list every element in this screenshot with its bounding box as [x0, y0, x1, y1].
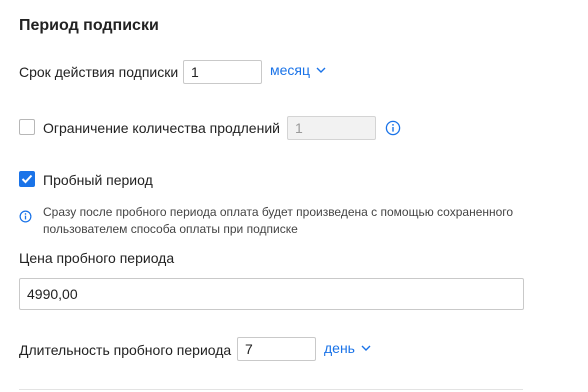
checkmark-icon	[21, 174, 33, 184]
renewal-limit-value: 1	[295, 120, 303, 136]
subscription-term-unit: месяц	[270, 62, 311, 78]
subscription-term-label: Срок действия подписки	[19, 64, 179, 80]
trial-duration-input[interactable]: 7	[237, 337, 316, 361]
trial-duration-value: 7	[245, 341, 253, 357]
trial-checkbox[interactable]	[19, 171, 35, 187]
chevron-down-icon	[361, 345, 371, 351]
renewal-limit-input[interactable]: 1	[287, 116, 376, 140]
renewal-limit-label: Ограничение количества продлений	[43, 120, 280, 136]
divider	[19, 389, 523, 390]
info-icon[interactable]	[385, 120, 401, 136]
chevron-down-icon	[316, 67, 326, 73]
trial-duration-unit: день	[324, 340, 355, 356]
subscription-term-input[interactable]: 1	[183, 60, 262, 84]
section-title: Период подписки	[19, 17, 159, 34]
trial-price-input[interactable]: 4990,00	[19, 278, 524, 310]
trial-price-label: Цена пробного периода	[19, 250, 175, 266]
subscription-term-value: 1	[191, 64, 199, 80]
trial-info-line-2: пользователем способа оплаты при подписк…	[43, 222, 298, 236]
renewal-limit-checkbox[interactable]	[19, 119, 35, 135]
trial-label: Пробный период	[43, 172, 153, 188]
trial-duration-unit-dropdown[interactable]: день	[324, 340, 371, 356]
trial-info-line-1: Сразу после пробного периода оплата буде…	[43, 205, 514, 219]
subscription-term-unit-dropdown[interactable]: месяц	[270, 62, 326, 78]
trial-duration-label: Длительность пробного периода	[19, 342, 232, 358]
trial-price-value: 4990,00	[27, 286, 78, 302]
info-icon	[19, 210, 32, 223]
